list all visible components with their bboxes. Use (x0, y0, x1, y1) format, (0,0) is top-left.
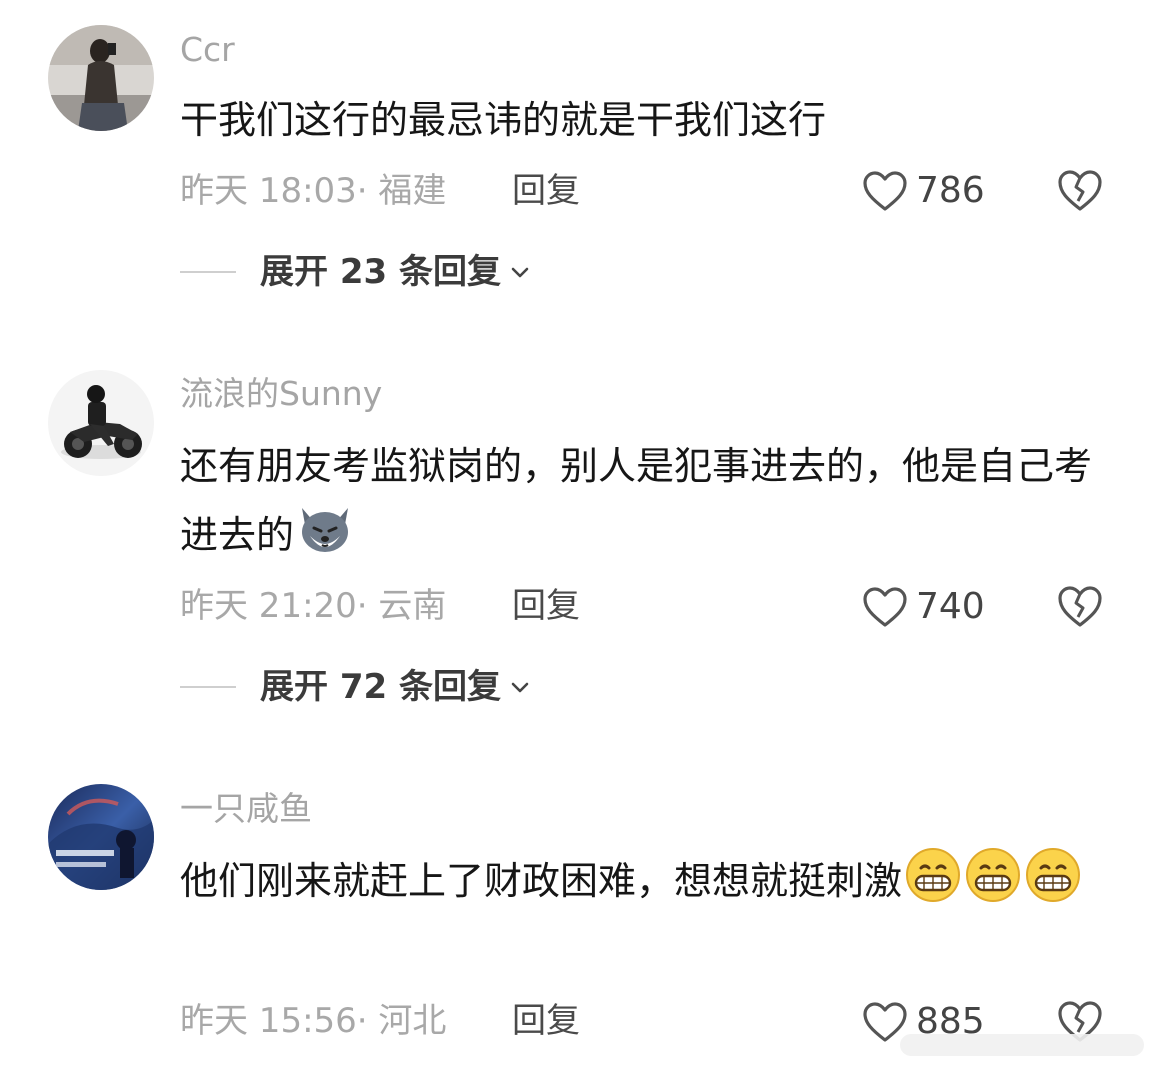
like-count: 786 (916, 170, 985, 211)
comment-text-content: 他们刚来就赶上了财政困难，想想就挺刺激 (180, 859, 903, 903)
comment-username[interactable]: Ccr (180, 33, 235, 66)
reply-button[interactable]: 回复 (512, 589, 580, 623)
avatar[interactable] (48, 25, 154, 131)
grinning-face-emoji (904, 846, 962, 904)
dislike-button[interactable] (1056, 583, 1104, 631)
grinning-face-emoji (1024, 846, 1082, 904)
comment-meta: 昨天 18:03· 福建 (180, 171, 447, 211)
watermark-bar (900, 1034, 1144, 1056)
like-button[interactable]: 740 (862, 583, 985, 631)
comment-username[interactable]: 一只咸鱼 (180, 792, 312, 825)
heart-outline-icon (863, 587, 907, 627)
expand-replies-label: 展开 72 条回复 (260, 667, 501, 707)
comment-text: 他们刚来就赶上了财政困难，想想就挺刺激 (180, 846, 1100, 915)
reply-button[interactable]: 回复 (512, 174, 580, 208)
heart-outline-icon (863, 1002, 907, 1042)
chevron-down-icon (511, 267, 529, 278)
avatar[interactable] (48, 784, 154, 890)
comment-text-content: 干我们这行的最忌讳的就是干我们这行 (180, 98, 827, 142)
grinning-face-emoji (964, 846, 1022, 904)
like-button[interactable]: 786 (862, 167, 985, 215)
comment-meta: 昨天 15:56· 河北 (180, 1001, 447, 1041)
dislike-button[interactable] (1056, 167, 1104, 215)
broken-heart-icon (1058, 586, 1102, 627)
broken-heart-icon (1058, 170, 1102, 211)
comment-username[interactable]: 流浪的Sunny (180, 377, 382, 410)
comment-list-page: Ccr 干我们这行的最忌讳的就是干我们这行 昨天 18:03· 福建 回复 78… (0, 0, 1156, 1080)
like-count: 740 (916, 586, 985, 627)
wolf-emoji (296, 500, 354, 558)
reply-button[interactable]: 回复 (512, 1004, 580, 1038)
chevron-down-icon (511, 682, 529, 693)
comment-text: 还有朋友考监狱岗的，别人是犯事进去的，他是自己考进去的 (180, 432, 1100, 569)
avatar[interactable] (48, 370, 154, 476)
comment-text: 干我们这行的最忌讳的就是干我们这行 (180, 86, 1100, 154)
divider-line (180, 271, 236, 273)
heart-outline-icon (863, 171, 907, 211)
expand-replies-label: 展开 23 条回复 (260, 252, 501, 292)
comment-meta: 昨天 21:20· 云南 (180, 586, 447, 626)
expand-replies-button[interactable]: 展开 23 条回复 (180, 252, 531, 292)
divider-line (180, 686, 236, 688)
expand-replies-button[interactable]: 展开 72 条回复 (180, 667, 531, 707)
